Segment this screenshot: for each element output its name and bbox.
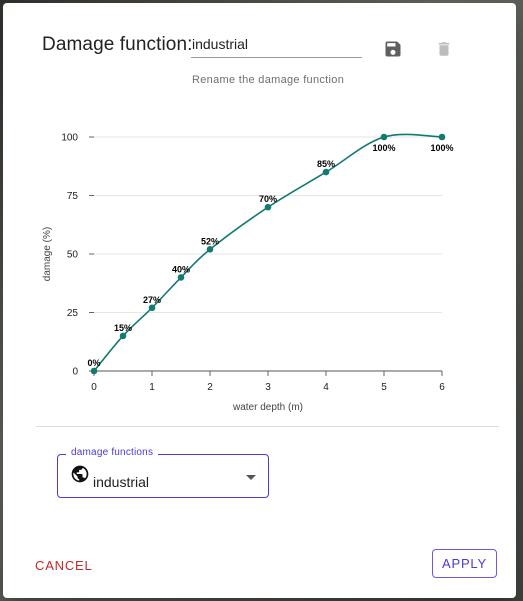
point-label: 40% [172, 264, 190, 274]
y-tick-label: 25 [67, 308, 79, 319]
x-axis-title: water depth (m) [232, 402, 303, 413]
point-label: 27% [143, 295, 161, 305]
point-label: 0% [87, 358, 100, 368]
damage-chart: 0 25 50 75 100 0 1 2 3 4 5 6 damage (%) water depth… [42, 133, 454, 414]
x-tick-label: 4 [323, 382, 329, 393]
point-label: 70% [259, 194, 277, 204]
damage-curve [93, 133, 443, 372]
x-tick-label: 6 [439, 382, 445, 393]
select-value: industrial [93, 474, 150, 490]
data-point[interactable] [119, 332, 127, 340]
chart-axes: 0 25 50 75 100 0 1 2 3 4 5 6 [61, 133, 445, 394]
apply-button[interactable]: APPLY [432, 549, 497, 578]
y-axis-title: damage (%) [42, 227, 53, 281]
x-tick-label: 3 [265, 382, 271, 393]
data-point[interactable] [438, 133, 446, 141]
point-label: 100% [430, 143, 453, 153]
x-tick-label: 2 [207, 382, 213, 393]
data-point[interactable] [322, 168, 330, 176]
y-tick-label: 50 [67, 250, 79, 261]
y-tick-label: 100 [61, 133, 78, 144]
divider [36, 426, 499, 427]
x-tick-label: 0 [91, 382, 97, 393]
data-point[interactable] [380, 133, 388, 141]
data-point[interactable] [177, 274, 185, 281]
x-tick-label: 1 [149, 382, 155, 393]
chart-grid [94, 136, 442, 313]
data-point[interactable] [148, 304, 156, 312]
select-legend: damage functions [66, 447, 159, 458]
y-tick-label: 75 [67, 191, 79, 202]
data-point[interactable] [90, 367, 98, 375]
point-label: 85% [317, 159, 335, 169]
x-tick-label: 5 [381, 382, 387, 393]
point-label: 15% [114, 323, 132, 333]
globe-icon [71, 465, 89, 483]
data-point[interactable] [264, 203, 272, 211]
dropdown-arrow-icon [246, 475, 256, 480]
damage-function-dialog: Damage function: Rename the damage funct… [3, 3, 516, 598]
point-label: 52% [201, 236, 219, 246]
y-tick-label: 0 [72, 367, 78, 378]
data-point[interactable] [206, 246, 214, 253]
cancel-button[interactable]: CANCEL [27, 552, 101, 579]
point-label: 100% [372, 143, 395, 153]
damage-functions-select[interactable]: damage functions industrial [57, 447, 269, 498]
